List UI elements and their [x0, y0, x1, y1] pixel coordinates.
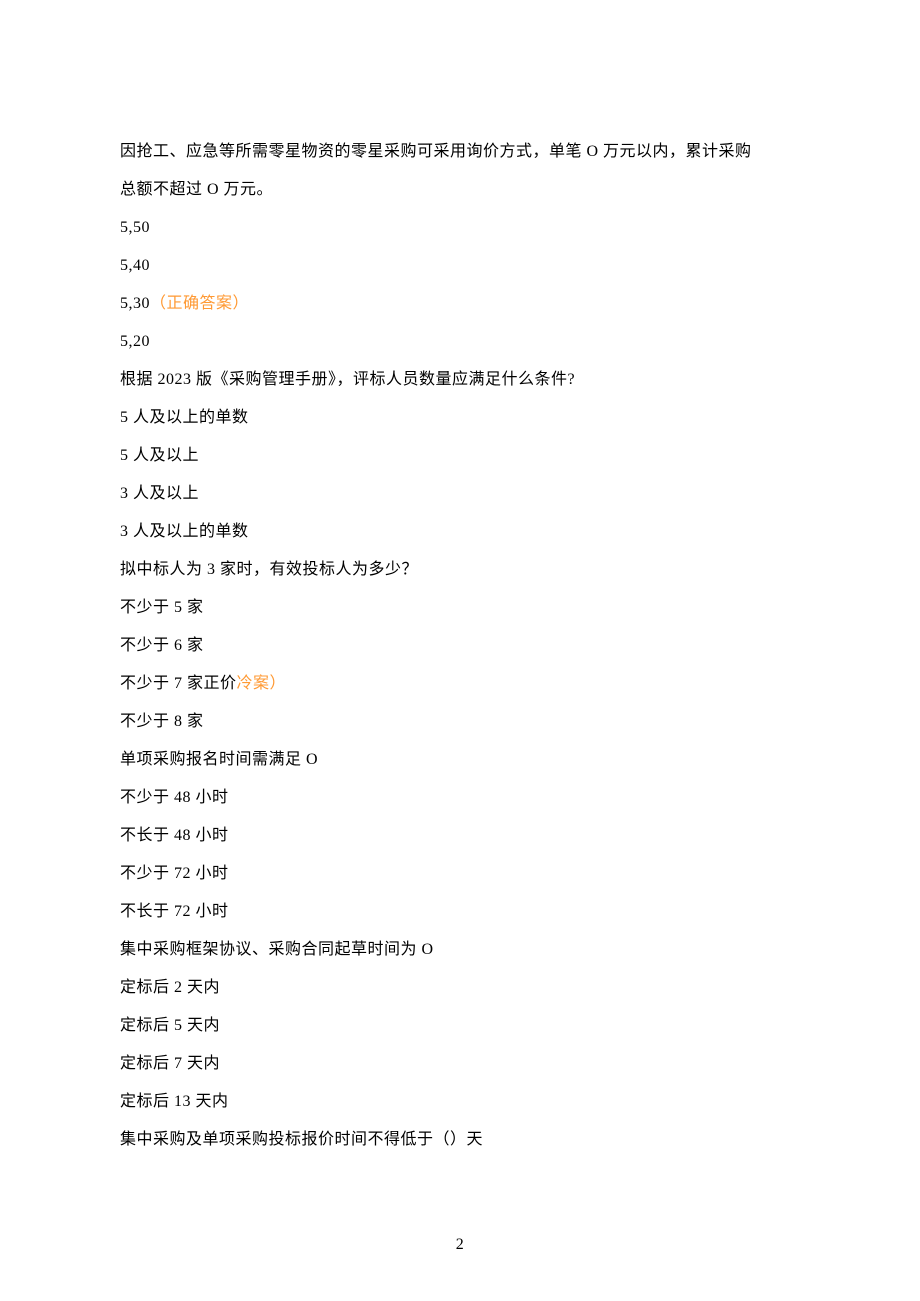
q3-option-a: 不少于 5 家	[120, 596, 800, 620]
correct-answer-tail: 冷案）	[237, 675, 287, 692]
q6-prompt: 集中采购及单项采购投标报价时间不得低于（）天	[120, 1128, 800, 1152]
q1-option-b: 5,40	[120, 254, 800, 278]
q2-option-b: 5 人及以上	[120, 444, 800, 468]
q1-line1: 因抢工、应急等所需零星物资的零星采购可采用询价方式，单笔 O 万元以内，累计采购	[120, 140, 800, 164]
q4-option-d: 不长于 72 小时	[120, 900, 800, 924]
q2-option-a: 5 人及以上的单数	[120, 406, 800, 430]
q4-option-c: 不少于 72 小时	[120, 862, 800, 886]
document-page: 因抢工、应急等所需零星物资的零星采购可采用询价方式，单笔 O 万元以内，累计采购…	[0, 0, 920, 1301]
q5-option-c: 定标后 7 天内	[120, 1052, 800, 1076]
q4-prompt: 单项采购报名时间需满足 O	[120, 748, 800, 772]
q4-option-b: 不长于 48 小时	[120, 824, 800, 848]
q2-option-c: 3 人及以上	[120, 482, 800, 506]
q3-option-b: 不少于 6 家	[120, 634, 800, 658]
q3-option-d: 不少于 8 家	[120, 710, 800, 734]
q4-option-a: 不少于 48 小时	[120, 786, 800, 810]
correct-answer-label: （正确答案）	[150, 295, 249, 312]
q5-option-b: 定标后 5 天内	[120, 1014, 800, 1038]
q3-option-c-text: 不少于 7 家正价	[120, 675, 237, 692]
q2-prompt: 根据 2023 版《采购管理手册》，评标人员数量应满足什么条件?	[120, 368, 800, 392]
q1-line2: 总额不超过 O 万元。	[120, 178, 800, 202]
q3-option-c: 不少于 7 家正价冷案）	[120, 672, 800, 696]
q1-option-a: 5,50	[120, 216, 800, 240]
q5-prompt: 集中采购框架协议、采购合同起草时间为 O	[120, 938, 800, 962]
q2-option-d: 3 人及以上的单数	[120, 520, 800, 544]
q3-prompt: 拟中标人为 3 家时，有效投标人为多少？	[120, 558, 800, 582]
q1-option-c-text: 5,30	[120, 295, 150, 312]
q5-option-a: 定标后 2 天内	[120, 976, 800, 1000]
page-number: 2	[0, 1233, 920, 1257]
q1-option-d: 5,20	[120, 330, 800, 354]
q5-option-d: 定标后 13 天内	[120, 1090, 800, 1114]
q1-option-c: 5,30（正确答案）	[120, 292, 800, 316]
